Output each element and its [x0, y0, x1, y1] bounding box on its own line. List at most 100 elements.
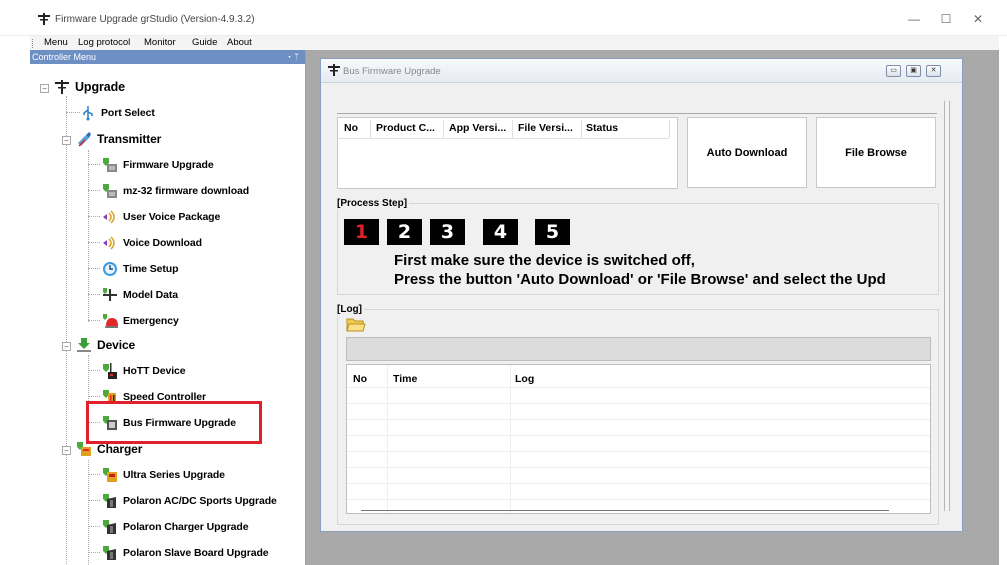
process-step-group: [Process Step] 1 2 3 4 5 First make sure…	[337, 198, 939, 295]
tree-label: Transmitter	[97, 132, 162, 146]
tree-node-charger[interactable]: Charger	[76, 438, 142, 460]
tree-connector	[88, 422, 100, 423]
tree-node-voice-download[interactable]: Voice Download	[102, 232, 202, 254]
hott-device-icon	[103, 363, 117, 379]
maximize-button[interactable]: ☐	[931, 8, 961, 30]
menu-item-about[interactable]: About	[227, 37, 252, 48]
log-col-header-no[interactable]: No	[353, 373, 367, 385]
tree-label: Polaron Charger Upgrade	[123, 521, 249, 533]
window-title: Firmware Upgrade grStudio (Version-4.9.3…	[55, 14, 255, 25]
tree-node-firmware-upgrade[interactable]: Firmware Upgrade	[102, 154, 214, 176]
child-close-button[interactable]: ✕	[926, 65, 941, 77]
voice-download-icon	[103, 236, 115, 250]
bus-firmware-icon	[103, 416, 117, 430]
tree-node-device[interactable]: Device	[76, 334, 135, 356]
folder-open-icon[interactable]	[346, 316, 366, 332]
tree-node-hott-device[interactable]: HoTT Device	[102, 360, 186, 382]
auto-download-button[interactable]: Auto Download	[687, 117, 807, 188]
column-separator	[443, 120, 444, 138]
minimize-button[interactable]: —	[899, 8, 929, 30]
tree-node-speed-controller[interactable]: Speed Controller	[102, 386, 206, 408]
tree-label: Polaron Slave Board Upgrade	[123, 547, 269, 559]
tree-node-time-setup[interactable]: Time Setup	[102, 258, 179, 280]
tree-node-transmitter[interactable]: Transmitter	[76, 128, 161, 150]
tree-label: Voice Download	[123, 237, 202, 249]
log-group: [Log] No Time Log	[337, 304, 939, 525]
file-browse-button[interactable]: File Browse	[816, 117, 936, 188]
col-header-product[interactable]: Product C...	[376, 122, 435, 134]
child-minimize-button[interactable]: ▭	[886, 65, 901, 77]
table-row	[347, 499, 930, 500]
device-table[interactable]: No Product C... App Versi... File Versi.…	[337, 117, 678, 189]
col-header-status[interactable]: Status	[586, 122, 618, 134]
tree-label: Charger	[97, 442, 143, 456]
tree-node-ultra-series-upgrade[interactable]: Ultra Series Upgrade	[102, 464, 225, 486]
tree-node-polaron-acdc[interactable]: Polaron AC/DC Sports Upgrade	[102, 490, 277, 512]
pin-icon[interactable]: ▾ ᛘ	[287, 50, 299, 64]
usb-icon	[83, 106, 93, 121]
tree-connector	[88, 474, 100, 475]
tree-label: Upgrade	[75, 80, 126, 94]
tree-node-bus-firmware-upgrade[interactable]: Bus Firmware Upgrade	[102, 412, 236, 434]
tree-connector	[88, 526, 100, 527]
polaron-charger-icon	[103, 494, 116, 508]
child-maximize-button[interactable]: ▣	[906, 65, 921, 77]
close-button[interactable]: ✕	[963, 8, 993, 30]
tree-node-port-select[interactable]: Port Select	[80, 102, 155, 124]
col-header-no[interactable]: No	[344, 122, 358, 134]
collapse-toggle-device[interactable]: −	[62, 342, 71, 351]
child-window-title: Bus Firmware Upgrade	[343, 66, 441, 77]
table-row	[347, 435, 930, 436]
table-row	[347, 419, 930, 420]
tree-node-mz32-firmware[interactable]: mz-32 firmware download	[102, 180, 249, 202]
tree-node-polaron-slave[interactable]: Polaron Slave Board Upgrade	[102, 542, 269, 564]
tree-label: Polaron AC/DC Sports Upgrade	[123, 495, 277, 507]
collapse-toggle-charger[interactable]: −	[62, 446, 71, 455]
tree-label: Device	[97, 338, 136, 352]
log-horizontal-scrollbar[interactable]	[361, 510, 889, 511]
menu-item-menu[interactable]: Menu	[44, 37, 68, 48]
log-table[interactable]: No Time Log	[346, 364, 931, 514]
column-separator	[512, 120, 513, 138]
child-title-bar: Bus Firmware Upgrade ▭ ▣ ✕	[321, 59, 962, 83]
device-download-icon	[77, 338, 91, 352]
panel-header-title: Controller Menu	[32, 52, 97, 62]
tree-connector	[88, 150, 89, 322]
tree-node-upgrade[interactable]: Upgrade	[54, 76, 125, 98]
log-col-header-log[interactable]: Log	[515, 373, 534, 385]
log-path-field[interactable]	[346, 337, 931, 361]
collapse-toggle-upgrade[interactable]: −	[40, 84, 49, 93]
col-header-app-version[interactable]: App Versi...	[449, 122, 506, 134]
menu-item-monitor[interactable]: Monitor	[144, 37, 176, 48]
menu-item-guide[interactable]: Guide	[192, 37, 217, 48]
bus-firmware-window: Bus Firmware Upgrade ▭ ▣ ✕ No Product C.…	[320, 58, 963, 532]
tree-node-model-data[interactable]: Model Data	[102, 284, 178, 306]
tree-connector	[66, 112, 80, 113]
tree-connector	[88, 242, 100, 243]
collapse-toggle-transmitter[interactable]: −	[62, 136, 71, 145]
tree-label: Port Select	[101, 107, 155, 119]
table-row	[347, 483, 930, 484]
table-row	[347, 451, 930, 452]
app-logo-icon	[328, 64, 340, 76]
tree-label: Emergency	[123, 315, 179, 327]
child-vertical-scrollbar[interactable]	[944, 101, 950, 511]
tree-node-emergency[interactable]: Emergency	[102, 310, 179, 332]
menu-item-log-protocol[interactable]: Log protocol	[78, 37, 130, 48]
tree-label: User Voice Package	[123, 211, 221, 223]
tree-label: Time Setup	[123, 263, 179, 275]
table-row	[347, 467, 930, 468]
col-header-file-version[interactable]: File Versi...	[518, 122, 573, 134]
tree-node-user-voice-package[interactable]: User Voice Package	[102, 206, 220, 228]
title-bar: Firmware Upgrade grStudio (Version-4.9.3…	[0, 0, 1007, 36]
panel-header: Controller Menu ▾ ᛘ	[30, 50, 305, 64]
polaron-charger-icon	[103, 520, 116, 534]
tree-label: mz-32 firmware download	[123, 185, 250, 197]
table-row	[347, 403, 930, 404]
app-logo-icon	[38, 13, 50, 25]
charger-icon	[77, 442, 91, 456]
column-separator	[669, 120, 670, 138]
tree-connector	[88, 164, 100, 165]
tree-node-polaron-charger[interactable]: Polaron Charger Upgrade	[102, 516, 249, 538]
log-col-header-time[interactable]: Time	[393, 373, 417, 385]
